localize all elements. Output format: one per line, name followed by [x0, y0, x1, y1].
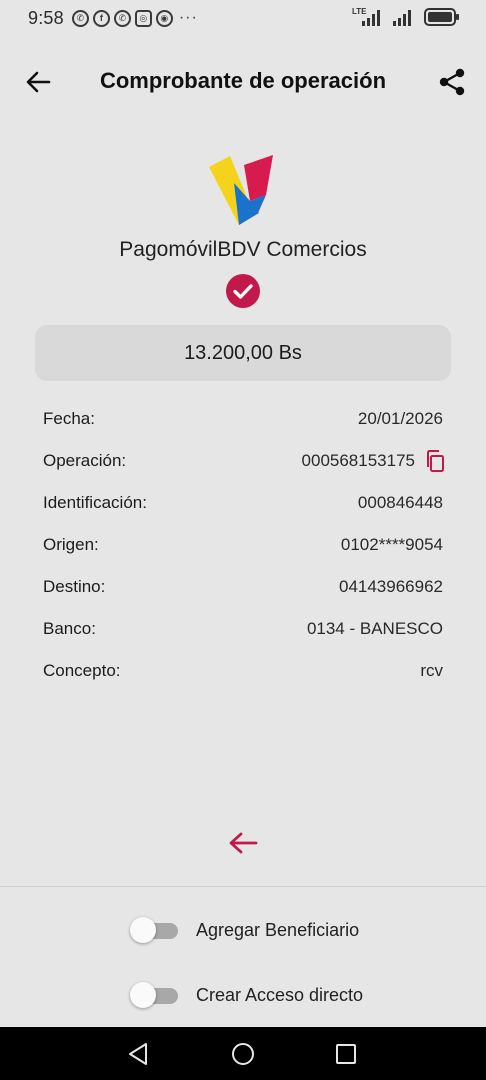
- toggle-row-beneficiario: Agregar Beneficiario: [130, 915, 359, 945]
- lte-signal-icon: LTE: [352, 7, 380, 26]
- detail-label: Origen:: [43, 535, 99, 554]
- toggle-knob: [130, 917, 156, 943]
- banco-value: 0134 - BANESCO: [306, 619, 443, 638]
- instagram-icon: ◎: [134, 9, 152, 27]
- divider: [0, 886, 486, 887]
- chrome-icon: ◉: [155, 9, 173, 27]
- return-arrow-button[interactable]: [226, 826, 260, 860]
- operation-details: Fecha: 20/01/2026 Operación: 00056815317…: [43, 398, 444, 692]
- toggle-row-acceso-directo: Crear Acceso directo: [130, 980, 363, 1010]
- pagomovil-logo: [209, 155, 273, 225]
- detail-value: 20/01/2026: [358, 409, 443, 429]
- detail-value: 0134 - BANESCO: [307, 619, 443, 639]
- status-time: 9:58: [28, 7, 64, 28]
- check-circle-icon: [226, 274, 260, 308]
- detail-row-concepto: Concepto: rcv: [43, 650, 443, 692]
- destino-value: 04143966962: [338, 577, 443, 596]
- fecha-value: 20/01/2026: [357, 409, 443, 428]
- crear-acceso-directo-toggle[interactable]: [130, 980, 178, 1010]
- detail-value: rcv: [420, 661, 443, 681]
- signal-icon: [393, 10, 411, 26]
- detail-value: 000568153175: [301, 449, 444, 473]
- toggle-knob: [130, 982, 156, 1008]
- identificacion-value: 000846448: [357, 493, 443, 512]
- nav-back-icon[interactable]: [126, 1041, 152, 1067]
- facebook-icon: f: [92, 9, 110, 27]
- detail-value: 0102****9054: [341, 535, 443, 555]
- more-notifications-icon: ···: [178, 9, 198, 26]
- agregar-beneficiario-toggle[interactable]: [130, 915, 178, 945]
- detail-label: Fecha:: [43, 409, 95, 428]
- toggle-label: Crear Acceso directo: [196, 984, 364, 1005]
- origen-value: 0102****9054: [340, 535, 443, 554]
- status-right: LTE: [352, 6, 460, 28]
- detail-value: 04143966962: [339, 577, 443, 597]
- page-title: Comprobante de operación: [99, 68, 387, 93]
- amount-box: 13.200,00 Bs: [35, 325, 451, 381]
- share-button[interactable]: [436, 66, 468, 98]
- detail-row-identificacion: Identificación: 000846448: [43, 482, 443, 524]
- detail-row-destino: Destino: 04143966962: [43, 566, 443, 608]
- whatsapp-icon: ✆: [113, 9, 131, 27]
- lte-label: LTE: [352, 7, 367, 16]
- detail-row-banco: Banco: 0134 - BANESCO: [43, 608, 443, 650]
- detail-label: Concepto:: [43, 661, 121, 680]
- toggle-label: Agregar Beneficiario: [196, 919, 360, 940]
- detail-row-operacion: Operación: 000568153175: [43, 440, 444, 482]
- nav-recents-icon[interactable]: [333, 1041, 359, 1067]
- system-nav-bar: [0, 1027, 486, 1080]
- detail-label: Banco:: [43, 619, 96, 638]
- operacion-value: 000568153175: [301, 451, 415, 470]
- copy-icon[interactable]: [423, 449, 447, 473]
- status-bar: 9:58 ✆ f ✆ ◎ ◉ ··· LTE: [0, 0, 486, 36]
- detail-label: Operación:: [43, 451, 127, 470]
- screen: 9:58 ✆ f ✆ ◎ ◉ ··· LTE Comprobante de op…: [0, 0, 486, 1080]
- battery-icon: [424, 8, 459, 26]
- detail-label: Destino:: [43, 577, 106, 596]
- brand-name: PagomóvilBDV Comercios: [119, 238, 367, 261]
- nav-home-icon[interactable]: [230, 1041, 256, 1067]
- detail-value: 000846448: [358, 493, 443, 513]
- concepto-value: rcv: [420, 661, 443, 680]
- detail-row-origen: Origen: 0102****9054: [43, 524, 443, 566]
- detail-label: Identificación:: [43, 493, 147, 512]
- app-header: Comprobante de operación: [0, 56, 486, 108]
- amount-value: 13.200,00 Bs: [184, 341, 302, 364]
- notification-icons: ✆ f ✆ ◎ ◉: [71, 9, 173, 27]
- detail-row-fecha: Fecha: 20/01/2026: [43, 398, 443, 440]
- whatsapp-icon: ✆: [71, 9, 89, 27]
